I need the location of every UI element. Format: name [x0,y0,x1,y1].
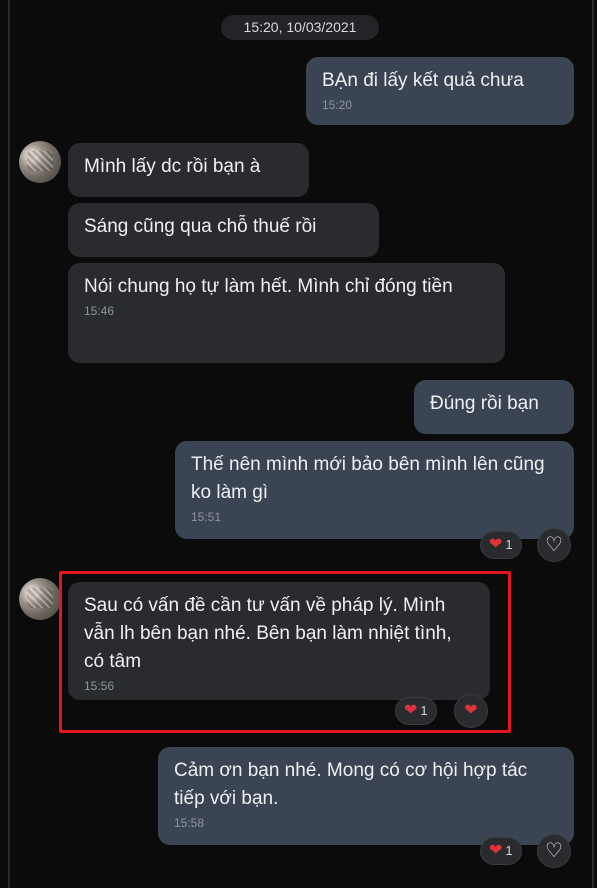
right-border [592,0,594,888]
avatar[interactable] [19,578,61,620]
message-text: BẠn đi lấy kết quả chưa [322,70,524,91]
reaction-count[interactable]: ❤ 1 [480,531,522,559]
message-text: Thế nên mình mới bảo bên mình lên cũng k… [191,454,545,503]
message-bubble-incoming[interactable]: Nói chung họ tự làm hết. Mình chỉ đóng t… [68,263,505,363]
message-time: 15:46 [84,304,115,318]
heart-outline-icon: ♡ [545,840,563,862]
message-bubble-incoming[interactable]: Sáng cũng qua chỗ thuế rồi [68,203,379,257]
left-border [8,0,10,888]
chat-window: 15:20, 10/03/2021 BẠn đi lấy kết quả chư… [0,0,597,888]
message-time: 15:51 [191,510,222,524]
heart-icon: ❤ [489,536,503,553]
message-time: 15:58 [174,816,205,830]
react-button[interactable]: ♡ [537,528,571,562]
message-text: Mình lấy dc rồi bạn à [84,156,261,177]
message-bubble-outgoing[interactable]: Đúng rồi bạn [414,380,574,434]
heart-icon: ❤ [489,842,503,859]
avatar[interactable] [19,141,61,183]
react-button[interactable]: ♡ [537,834,571,868]
message-text: Nói chung họ tự làm hết. Mình chỉ đóng t… [84,276,453,297]
heart-outline-icon: ♡ [545,534,563,556]
reaction-count-value: 1 [505,843,513,858]
date-separator: 15:20, 10/03/2021 [221,15,379,40]
message-time: 15:20 [322,98,353,112]
reaction-count-value: 1 [505,537,513,552]
highlight-box [59,571,511,733]
message-text: Sáng cũng qua chỗ thuế rồi [84,216,317,237]
message-bubble-outgoing[interactable]: Cảm ơn bạn nhé. Mong có cơ hội hợp tác t… [158,747,574,845]
message-bubble-outgoing[interactable]: Thế nên mình mới bảo bên mình lên cũng k… [175,441,574,539]
message-text: Cảm ơn bạn nhé. Mong có cơ hội hợp tác t… [174,760,528,809]
message-text: Đúng rồi bạn [430,393,539,414]
reaction-count[interactable]: ❤ 1 [480,837,522,865]
message-bubble-incoming[interactable]: Mình lấy dc rồi bạn à [68,143,309,197]
message-bubble-outgoing[interactable]: BẠn đi lấy kết quả chưa 15:20 [306,57,574,125]
